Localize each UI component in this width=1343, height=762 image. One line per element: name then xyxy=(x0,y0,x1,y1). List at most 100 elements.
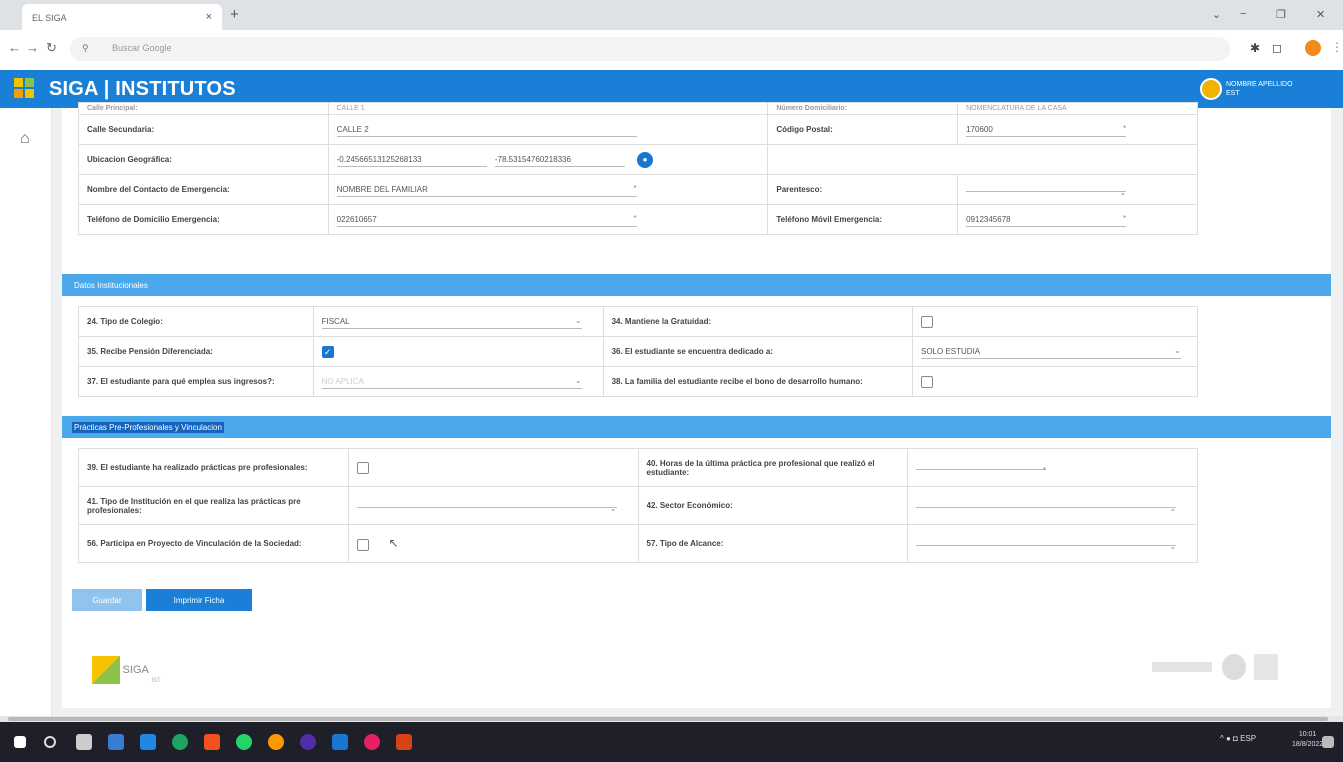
tipo-colegio-select[interactable]: FISCAL ⌄ xyxy=(321,315,582,329)
sector-economico-select[interactable]: ⌄ xyxy=(916,503,1177,513)
tab-title: EL SIGA xyxy=(32,13,67,23)
chevron-down-icon: ⌄ xyxy=(1169,542,1177,551)
telefono-movil-label: Teléfono Móvil Emergencia: xyxy=(767,204,959,235)
section-header-institucional: Datos Institucionales xyxy=(62,274,1331,296)
ubicacion-cell: -0.24566513125268133 -78.53154760218336 … xyxy=(327,144,769,175)
longitude-input[interactable]: -78.53154760218336 xyxy=(494,153,625,167)
brave-icon[interactable] xyxy=(396,734,412,750)
personal-data-table: Calle Principal: CALLE 1 Número Domicili… xyxy=(78,102,1198,235)
q40-label: 40. Horas de la última práctica pre prof… xyxy=(637,448,909,487)
section-title-institucional: Datos Institucionales xyxy=(74,281,148,290)
vscode-icon[interactable] xyxy=(332,734,348,750)
user-avatar[interactable] xyxy=(1200,78,1222,100)
telefono-domicilio-label: Teléfono de Domicilio Emergencia: xyxy=(78,204,329,235)
app-icon[interactable] xyxy=(300,734,316,750)
practicas-checkbox[interactable] xyxy=(356,461,369,474)
profile-avatar-icon[interactable] xyxy=(1305,40,1321,56)
q35-cell: ✓ xyxy=(312,336,604,367)
calle-secundaria-input[interactable]: CALLE 2 xyxy=(336,123,637,137)
chevron-down-icon: ⌄ xyxy=(1119,188,1127,197)
codigo-postal-input[interactable]: 170600 * xyxy=(966,123,1127,137)
empty-cell xyxy=(767,144,1198,175)
gratuidad-checkbox[interactable] xyxy=(921,315,933,328)
codigo-postal-cell: 170600 * xyxy=(957,114,1198,145)
browser-tab[interactable]: EL SIGA × xyxy=(22,4,222,30)
telefono-movil-input[interactable]: 0912345678 * xyxy=(966,213,1127,227)
tipo-alcance-select[interactable]: ⌄ xyxy=(916,541,1177,551)
user-name: NOMBRE APELLIDO xyxy=(1226,81,1293,88)
numero-domiciliario-value[interactable]: NOMENCLATURA DE LA CASA xyxy=(957,102,1198,115)
telefono-domicilio-input[interactable]: 022610657 * xyxy=(336,213,637,227)
telefono-domicilio-cell: 022610657 * xyxy=(327,204,769,235)
tab-strip-icon[interactable]: ◻ xyxy=(1272,41,1282,55)
user-menu[interactable]: NOMBRE APELLIDO EST xyxy=(1226,80,1336,98)
q42-label: 42. Sector Económico: xyxy=(637,486,909,525)
parentesco-select[interactable]: ⌄ xyxy=(966,187,1127,197)
home-icon[interactable]: ⌂ xyxy=(20,130,30,148)
q57-cell: ⌄ xyxy=(907,524,1198,563)
search-icon[interactable] xyxy=(44,736,56,748)
close-window-icon[interactable]: ✕ xyxy=(1316,8,1325,21)
main-area: Calle Principal: CALLE 1 Número Domicili… xyxy=(52,102,1343,716)
q57-label: 57. Tipo de Alcance: xyxy=(637,524,909,563)
firefox-icon[interactable] xyxy=(268,734,284,750)
q36-cell: SOLO ESTUDIA ⌄ xyxy=(912,336,1198,367)
location-pin-icon[interactable]: ● xyxy=(637,151,654,168)
footer-siga-logo: SIGA IST xyxy=(92,656,161,684)
chrome-icon[interactable] xyxy=(204,734,220,750)
print-button[interactable]: Imprimir Ficha xyxy=(146,589,252,611)
menu-icon[interactable]: ⋮ xyxy=(1331,40,1343,54)
search-icon: ⚲ xyxy=(82,43,89,53)
dedicacion-select[interactable]: SOLO ESTUDIA ⌄ xyxy=(921,345,1181,359)
required-mark: * xyxy=(633,213,637,223)
user-role: EST xyxy=(1226,90,1240,97)
ingresos-select[interactable]: NO APLICA ⌄ xyxy=(321,375,582,389)
horas-practica-input[interactable]: * xyxy=(916,465,1047,475)
section-title-practicas: Prácticas Pre-Profesionales y Vinculacio… xyxy=(72,422,224,433)
scrollbar-thumb[interactable] xyxy=(8,717,1328,721)
q24-cell: FISCAL ⌄ xyxy=(312,306,604,337)
codigo-postal-value: 170600 xyxy=(966,124,993,134)
vinculacion-checkbox[interactable] xyxy=(356,538,369,551)
whatsapp-icon[interactable] xyxy=(236,734,252,750)
reload-icon[interactable]: ↻ xyxy=(46,40,57,56)
language-indicator: ESP xyxy=(1240,734,1257,743)
new-tab-button[interactable]: + xyxy=(230,6,239,23)
contacto-emergencia-input[interactable]: NOMBRE DEL FAMILIAR * xyxy=(336,183,637,197)
partner-seal-icon xyxy=(1222,654,1246,680)
latitude-input[interactable]: -0.24566513125268133 xyxy=(336,153,487,167)
institucional-table: 24. Tipo de Colegio: FISCAL ⌄ 34. Mantien… xyxy=(78,306,1198,397)
bono-desarrollo-checkbox[interactable] xyxy=(921,375,933,388)
clock[interactable]: 10:01 18/8/2022 xyxy=(1292,730,1323,750)
media-app-icon[interactable] xyxy=(364,734,380,750)
forward-icon[interactable]: → xyxy=(26,40,39,55)
back-icon[interactable]: ← xyxy=(8,40,21,55)
save-button[interactable]: Guardar xyxy=(72,589,142,611)
calle-principal-value[interactable]: CALLE 1 xyxy=(327,102,769,115)
restore-icon[interactable]: ❐ xyxy=(1276,8,1286,21)
calle-secundaria-cell: CALLE 2 xyxy=(327,114,769,145)
mail-icon[interactable] xyxy=(140,734,156,750)
task-view-icon[interactable] xyxy=(76,734,92,750)
start-icon[interactable] xyxy=(14,736,26,748)
file-explorer-icon[interactable] xyxy=(108,734,124,750)
minimize-icon[interactable]: − xyxy=(1240,8,1246,20)
notifications-icon[interactable] xyxy=(1322,736,1334,748)
browser-tab-bar: EL SIGA × + ⌄ − ❐ ✕ xyxy=(0,0,1343,30)
tab-search-icon[interactable]: ⌄ xyxy=(1212,8,1221,21)
siga-footer-icon xyxy=(92,656,120,684)
practicas-table: 39. El estudiante ha realizado prácticas… xyxy=(78,448,1198,563)
contacto-emergencia-cell: NOMBRE DEL FAMILIAR * xyxy=(327,174,769,205)
pension-diferenciada-checkbox[interactable]: ✓ xyxy=(321,345,334,358)
siga-logo-icon xyxy=(14,78,36,100)
system-tray[interactable]: ^ ● ◘ ESP xyxy=(1220,734,1256,743)
tipo-institucion-select[interactable]: ⌄ xyxy=(356,503,617,513)
omnibox-placeholder: Buscar Google xyxy=(112,43,172,53)
tab-close-icon[interactable]: × xyxy=(206,11,212,23)
q35-label: 35. Recibe Pensión Diferenciada: xyxy=(78,336,314,367)
page-footer: SIGA IST xyxy=(62,640,1308,700)
extension-icon[interactable]: ✱ xyxy=(1250,41,1260,55)
omnibox[interactable]: ⚲ Buscar Google xyxy=(70,37,1230,61)
contacto-emergencia-label: Nombre del Contacto de Emergencia: xyxy=(78,174,329,205)
edge-icon[interactable] xyxy=(172,734,188,750)
